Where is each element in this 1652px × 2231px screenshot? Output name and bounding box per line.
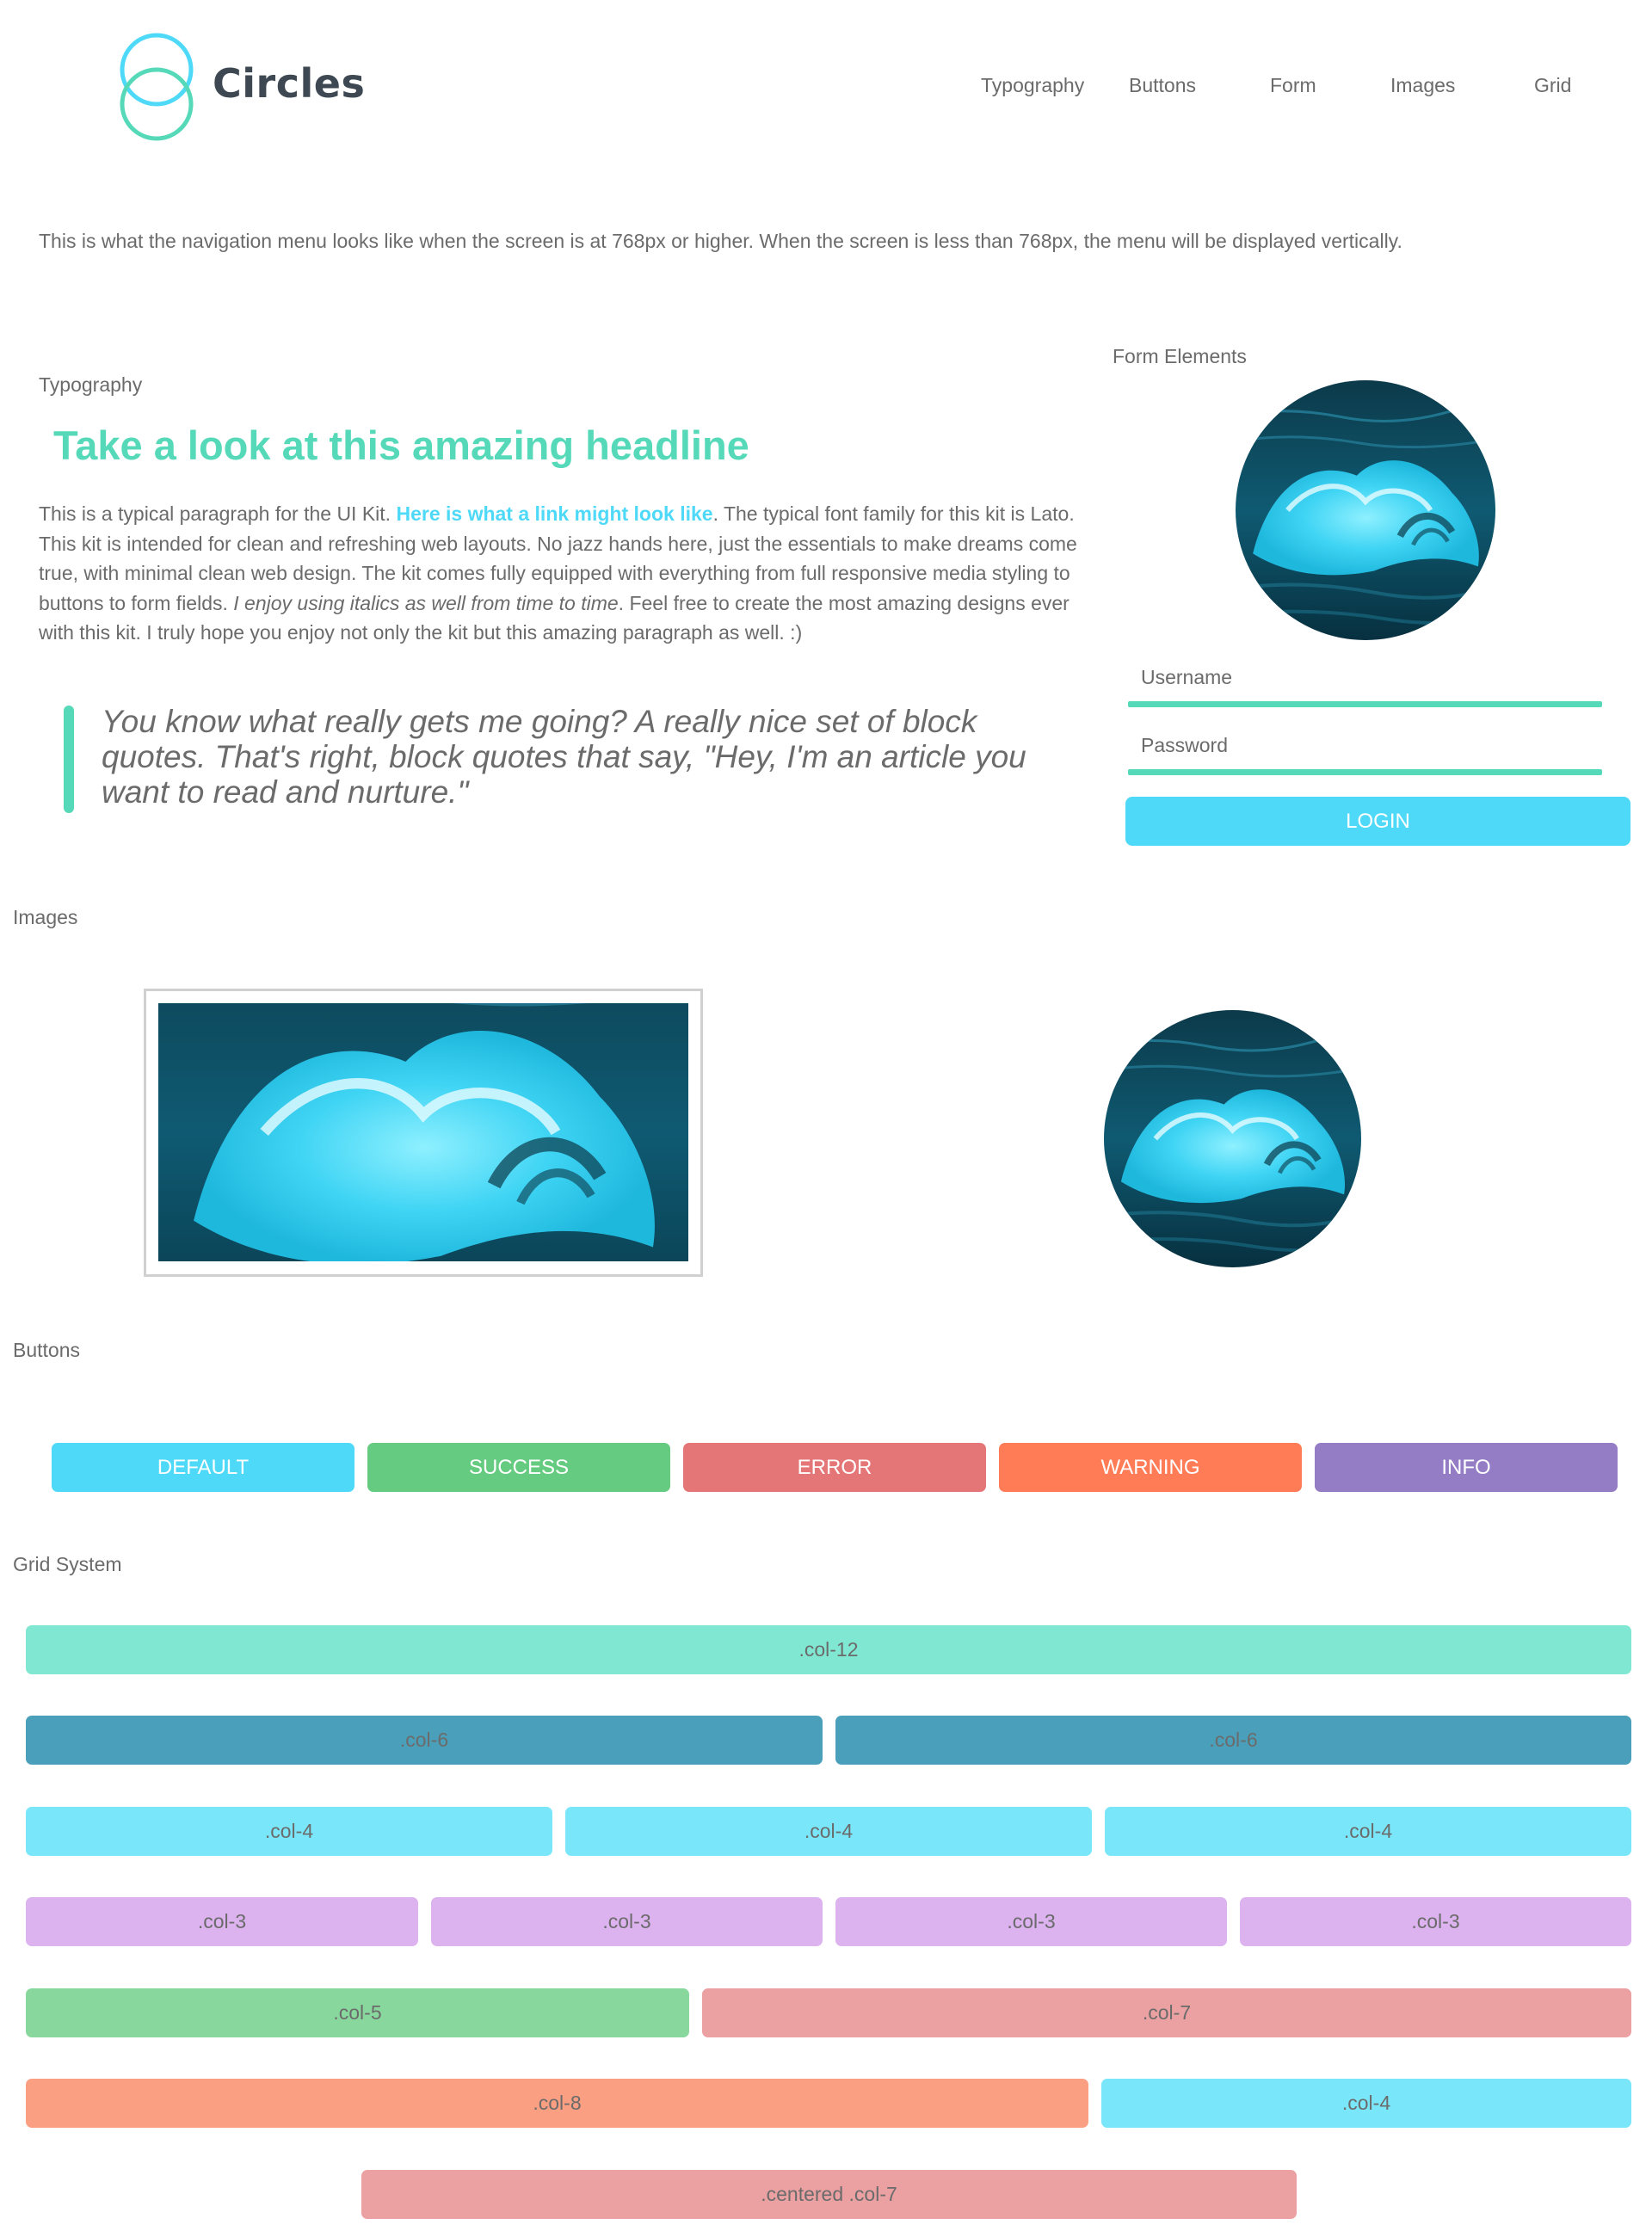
grid-cell: .col-12 (26, 1625, 1631, 1674)
grid-cell: .centered .col-7 (361, 2170, 1297, 2219)
framed-image (144, 989, 703, 1277)
headline: Take a look at this amazing headline (53, 422, 749, 468)
error-button[interactable]: ERROR (683, 1443, 986, 1492)
grid-cell: .col-3 (431, 1897, 823, 1946)
round-wave-image (1104, 1010, 1361, 1267)
grid-cell: .col-8 (26, 2079, 1088, 2128)
nav-buttons[interactable]: Buttons (1129, 74, 1196, 97)
password-underline (1128, 769, 1602, 775)
grid-cell: .col-3 (26, 1897, 418, 1946)
paragraph-text: This is a typical paragraph for the UI K… (39, 502, 397, 525)
buttons-label: Buttons (13, 1339, 80, 1361)
intro-text: This is what the navigation menu looks l… (39, 230, 1402, 252)
nav-typography[interactable]: Typography (981, 74, 1084, 97)
typography-label: Typography (39, 373, 143, 396)
wave-avatar-image (1236, 380, 1495, 640)
grid-cell: .col-3 (1240, 1897, 1631, 1946)
grid-cell: .col-4 (1101, 2079, 1631, 2128)
info-button[interactable]: INFO (1315, 1443, 1618, 1492)
wave-image (158, 1003, 688, 1261)
username-underline (1128, 701, 1602, 707)
warning-button[interactable]: WARNING (999, 1443, 1302, 1492)
typical-paragraph: This is a typical paragraph for the UI K… (39, 499, 1088, 648)
nav-form[interactable]: Form (1270, 74, 1316, 97)
circles-logo-icon[interactable] (117, 33, 196, 141)
grid-cell: .col-6 (26, 1716, 823, 1765)
blockquote: You know what really gets me going? A re… (102, 704, 1026, 810)
grid-cell: .col-5 (26, 1988, 689, 2037)
grid-cell: .col-4 (26, 1807, 552, 1856)
grid-cell: .col-4 (1105, 1807, 1631, 1856)
login-button[interactable]: LOGIN (1125, 797, 1630, 846)
grid-cell: .col-6 (835, 1716, 1631, 1765)
logo-text[interactable]: Circles (213, 60, 365, 107)
grid-cell: .col-4 (565, 1807, 1092, 1856)
grid-cell: .col-7 (702, 1988, 1631, 2037)
success-button[interactable]: SUCCESS (367, 1443, 670, 1492)
paragraph-link[interactable]: Here is what a link might look like (396, 502, 712, 525)
nav-images[interactable]: Images (1390, 74, 1455, 97)
password-field[interactable]: Password (1141, 734, 1228, 757)
grid-cell: .col-3 (835, 1897, 1227, 1946)
username-field[interactable]: Username (1141, 666, 1232, 689)
nav-grid[interactable]: Grid (1534, 74, 1571, 97)
paragraph-italic: I enjoy using italics as well from time … (233, 591, 619, 614)
images-label: Images (13, 906, 78, 928)
default-button[interactable]: DEFAULT (52, 1443, 354, 1492)
grid-system-label: Grid System (13, 1553, 122, 1575)
blockquote-bar (64, 706, 74, 813)
form-elements-label: Form Elements (1113, 345, 1247, 367)
